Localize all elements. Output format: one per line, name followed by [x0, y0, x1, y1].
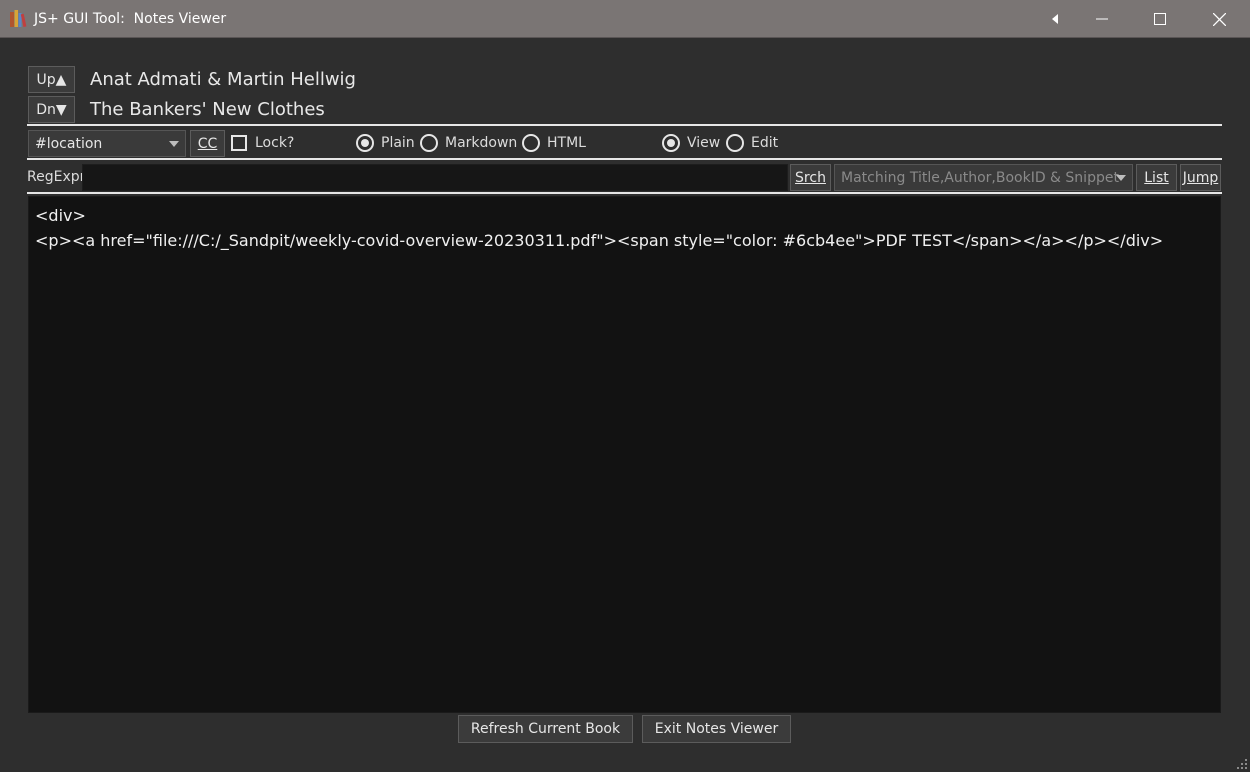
- up-button[interactable]: Up▲: [28, 66, 75, 93]
- mode-view-label: View: [687, 135, 721, 151]
- maximize-button[interactable]: [1131, 0, 1189, 38]
- collapse-left-icon: [1052, 14, 1058, 24]
- match-select[interactable]: Matching Title,Author,BookID & Snippet: [834, 164, 1133, 191]
- mode-edit-radio[interactable]: [726, 134, 744, 152]
- lock-label: Lock?: [255, 135, 295, 151]
- chevron-down-icon: [1116, 174, 1126, 181]
- search-button[interactable]: Srch: [790, 164, 831, 191]
- jump-button[interactable]: Jump: [1180, 164, 1221, 191]
- title-bar: JS+ GUI Tool: Notes Viewer: [0, 0, 1250, 38]
- window-title: JS+ GUI Tool: Notes Viewer: [34, 11, 227, 27]
- mode-view-radio[interactable]: [662, 134, 680, 152]
- format-markdown-label: Markdown: [445, 135, 518, 151]
- divider: [27, 192, 1222, 194]
- lock-checkbox[interactable]: [231, 135, 247, 151]
- regexpr-label: RegExpr: [27, 169, 86, 185]
- book-title: The Bankers' New Clothes: [90, 99, 325, 120]
- regexpr-input[interactable]: [82, 164, 788, 191]
- chevron-down-icon: [169, 140, 179, 147]
- editor-line: <p><a href="file:///C:/_Sandpit/weekly-c…: [35, 231, 1164, 250]
- minimize-icon: [1096, 18, 1108, 20]
- match-select-value: Matching Title,Author,BookID & Snippet: [841, 169, 1119, 186]
- format-html-radio[interactable]: [522, 134, 540, 152]
- down-button[interactable]: Dn▼: [28, 96, 75, 123]
- book-author: Anat Admati & Martin Hellwig: [90, 69, 356, 90]
- format-plain-label: Plain: [381, 135, 415, 151]
- field-select[interactable]: #location: [28, 130, 186, 157]
- exit-notes-viewer-button[interactable]: Exit Notes Viewer: [642, 715, 791, 743]
- resize-grip-icon[interactable]: [1236, 758, 1248, 770]
- divider: [27, 158, 1222, 160]
- notes-editor[interactable]: <div> <p><a href="file:///C:/_Sandpit/wee…: [28, 196, 1221, 713]
- divider: [27, 124, 1222, 126]
- field-select-value: #location: [35, 135, 103, 152]
- close-button[interactable]: [1190, 0, 1248, 38]
- cc-button[interactable]: CC: [190, 130, 225, 157]
- editor-line: <div>: [35, 206, 86, 225]
- format-html-label: HTML: [547, 135, 586, 151]
- refresh-current-book-button[interactable]: Refresh Current Book: [458, 715, 633, 743]
- minimize-button[interactable]: [1073, 0, 1131, 38]
- format-markdown-radio[interactable]: [420, 134, 438, 152]
- format-plain-radio[interactable]: [356, 134, 374, 152]
- list-button[interactable]: List: [1136, 164, 1177, 191]
- close-icon: [1212, 12, 1226, 26]
- maximize-icon: [1154, 13, 1166, 25]
- books-app-icon: [10, 10, 27, 27]
- mode-edit-label: Edit: [751, 135, 779, 151]
